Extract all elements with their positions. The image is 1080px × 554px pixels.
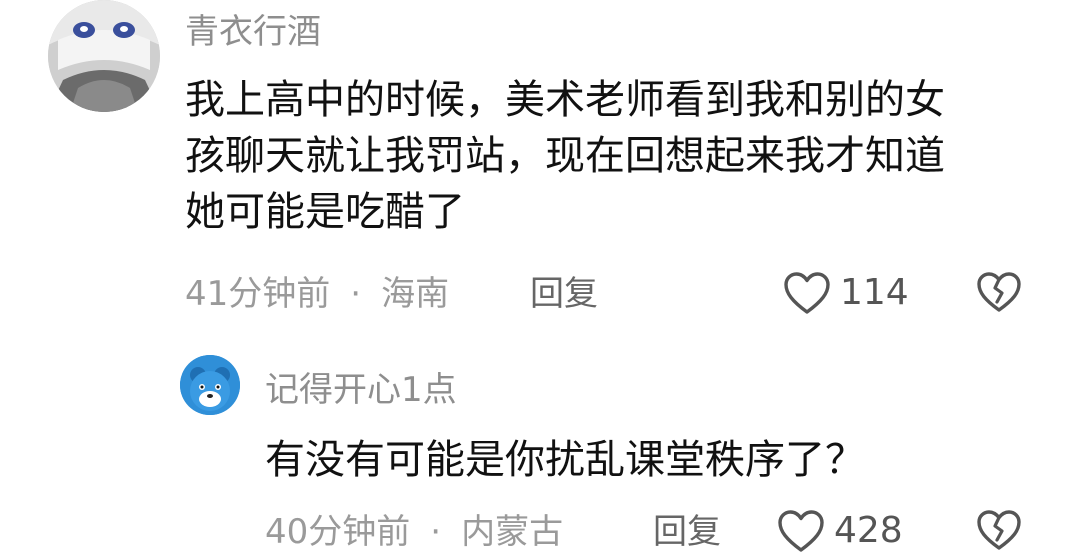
bear-avatar-image bbox=[180, 355, 240, 415]
comment-text: 有没有可能是你扰乱课堂秩序了？ bbox=[265, 432, 865, 488]
timestamp: 41分钟前 bbox=[185, 274, 331, 314]
like-button[interactable]: 428 bbox=[776, 508, 903, 554]
comment-line: 孩聊天就让我罚站，现在回想起来我才知道 bbox=[185, 133, 945, 179]
meta-separator: · bbox=[430, 512, 442, 552]
meta-separator: · bbox=[350, 274, 362, 314]
comment-line: 她可能是吃醋了 bbox=[185, 189, 465, 235]
comment-1: 青衣行酒 我上高中的时候，美术老师看到我和别的女 孩聊天就让我罚站，现在回想起来… bbox=[0, 0, 1080, 340]
like-count: 428 bbox=[834, 510, 903, 551]
dislike-button[interactable] bbox=[975, 508, 1023, 552]
location: 海南 bbox=[381, 274, 450, 314]
like-count: 114 bbox=[840, 272, 909, 313]
broken-heart-icon bbox=[977, 272, 1021, 312]
comment-2: 记得开心1点 有没有可能是你扰乱课堂秩序了？ 40分钟前 · 内蒙古 回复 428 bbox=[0, 340, 1080, 553]
location: 内蒙古 bbox=[461, 512, 564, 552]
comment-text: 我上高中的时候，美术老师看到我和别的女 孩聊天就让我罚站，现在回想起来我才知道 … bbox=[185, 72, 945, 240]
dislike-button[interactable] bbox=[975, 270, 1023, 314]
comment-line: 我上高中的时候，美术老师看到我和别的女 bbox=[185, 77, 945, 123]
avatar[interactable] bbox=[48, 0, 160, 112]
avatar[interactable] bbox=[180, 355, 240, 415]
comment-line: 有没有可能是你扰乱课堂秩序了？ bbox=[265, 437, 865, 483]
username[interactable]: 记得开心1点 bbox=[265, 373, 457, 407]
username[interactable]: 青衣行酒 bbox=[185, 15, 321, 49]
broken-heart-icon bbox=[977, 510, 1021, 550]
comment-meta: 41分钟前 · 海南 bbox=[185, 277, 449, 311]
heart-outline-icon bbox=[778, 510, 824, 552]
heart-outline-icon bbox=[784, 272, 830, 314]
anime-avatar-image bbox=[48, 0, 160, 112]
reply-button[interactable]: 回复 bbox=[653, 515, 721, 549]
timestamp: 40分钟前 bbox=[265, 512, 411, 552]
reply-button[interactable]: 回复 bbox=[530, 277, 598, 311]
comment-meta: 40分钟前 · 内蒙古 bbox=[265, 515, 563, 549]
like-button[interactable]: 114 bbox=[782, 270, 909, 316]
